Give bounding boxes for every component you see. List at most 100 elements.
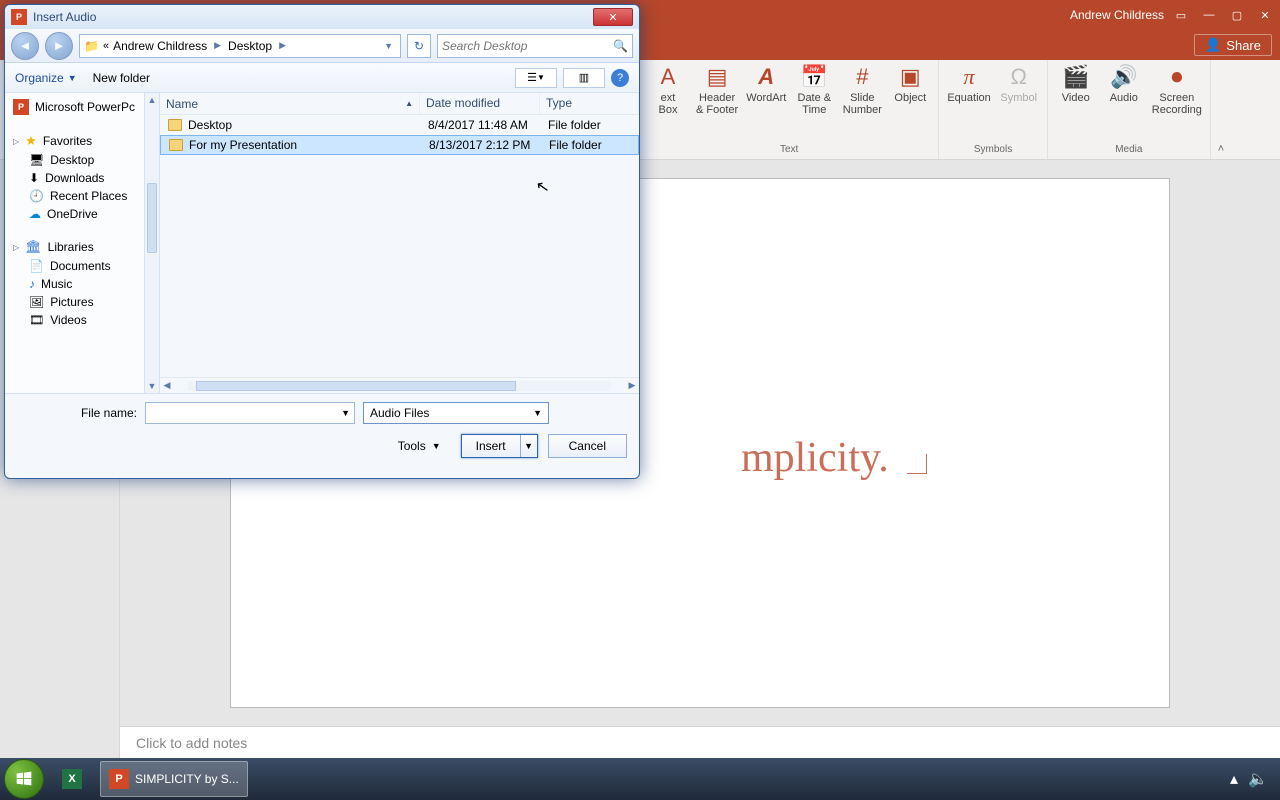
organize-menu[interactable]: Organize ▼	[15, 71, 77, 85]
tray-up-icon[interactable]: ▴	[1230, 769, 1238, 789]
sidebar-scrollbar[interactable]: ▲▼	[144, 93, 159, 393]
video-icon: 🎬	[1060, 64, 1092, 90]
refresh-button[interactable]: ↻	[407, 34, 431, 58]
sidebar-music[interactable]: ♪Music	[5, 275, 159, 293]
music-icon: ♪	[29, 277, 35, 291]
slide-title-text: mplicity.	[741, 434, 889, 482]
textbox-icon: A	[652, 64, 684, 90]
sidebar-ms-powerpoint[interactable]: PMicrosoft PowerPc	[5, 97, 159, 117]
datetime-button[interactable]: 📅Date & Time	[794, 64, 834, 116]
powerpoint-icon: P	[13, 99, 29, 115]
nav-forward-button[interactable]: ►	[45, 32, 73, 60]
sidebar-onedrive[interactable]: ☁OneDrive	[5, 205, 159, 223]
object-icon: ▣	[894, 64, 926, 90]
star-icon: ★	[25, 133, 37, 149]
breadcrumb-seg1[interactable]: Andrew Childress	[113, 39, 207, 53]
horizontal-scrollbar[interactable]: ◀▶	[160, 377, 639, 393]
desktop-icon: 🖥	[29, 153, 44, 167]
search-input[interactable]	[442, 39, 613, 53]
new-folder-button[interactable]: New folder	[93, 71, 150, 85]
dialog-title: Insert Audio	[33, 10, 593, 24]
libraries-icon: 🏛	[25, 239, 42, 255]
help-button[interactable]: ?	[611, 69, 629, 87]
column-name-header[interactable]: Name▲	[160, 93, 420, 114]
close-icon[interactable]: ✕	[1258, 8, 1272, 22]
text-selection-handle[interactable]	[907, 454, 927, 474]
sidebar-downloads[interactable]: ⬇Downloads	[5, 169, 159, 187]
taskbar-excel[interactable]: X	[48, 761, 96, 797]
file-row[interactable]: Desktop 8/4/2017 11:48 AM File folder	[160, 115, 639, 135]
screen-recording-button[interactable]: ⏺Screen Recording	[1152, 64, 1202, 116]
onedrive-icon: ☁	[29, 207, 41, 221]
sidebar-desktop[interactable]: 🖥Desktop	[5, 151, 159, 169]
header-footer-button[interactable]: ▤Header & Footer	[696, 64, 738, 116]
sidebar-recent[interactable]: 🕘Recent Places	[5, 187, 159, 205]
sidebar-pictures[interactable]: 🖼Pictures	[5, 293, 159, 311]
history-dropdown-icon[interactable]: ▼	[381, 41, 396, 51]
dialog-close-button[interactable]: ✕	[593, 8, 633, 26]
audio-button[interactable]: 🔊Audio	[1104, 64, 1144, 104]
navigation-pane: PMicrosoft PowerPc ▷★Favorites 🖥Desktop …	[5, 93, 160, 393]
mouse-cursor: ↖	[534, 176, 551, 198]
folder-icon	[168, 119, 182, 131]
symbol-button: ΩSymbol	[999, 64, 1039, 104]
slide-number-button[interactable]: #Slide Number	[842, 64, 882, 116]
share-button[interactable]: 👤Share	[1194, 34, 1272, 56]
slide-number-icon: #	[846, 64, 878, 90]
documents-icon: 📄	[29, 259, 44, 273]
user-name: Andrew Childress	[1070, 8, 1164, 22]
taskbar-powerpoint[interactable]: PSIMPLICITY by S...	[100, 761, 248, 797]
object-button[interactable]: ▣Object	[890, 64, 930, 104]
audio-icon: 🔊	[1108, 64, 1140, 90]
wordart-button[interactable]: AWordArt	[746, 64, 786, 104]
equation-icon: π	[953, 64, 985, 90]
symbols-group-label: Symbols	[974, 142, 1012, 157]
file-row[interactable]: For my Presentation 8/13/2017 2:12 PM Fi…	[160, 135, 639, 155]
minimize-icon[interactable]: —	[1202, 8, 1216, 22]
chevron-icon[interactable]: ▶	[211, 40, 224, 51]
start-button[interactable]	[4, 759, 44, 799]
file-name-label: File name:	[17, 406, 137, 420]
file-type-filter[interactable]: Audio Files▼	[363, 402, 549, 424]
column-date-header[interactable]: Date modified	[420, 93, 540, 114]
view-mode-button[interactable]: ☰ ▼	[515, 68, 557, 88]
video-button[interactable]: 🎬Video	[1056, 64, 1096, 104]
maximize-icon[interactable]: ▢	[1230, 8, 1244, 22]
tray-volume-icon[interactable]: 🔈	[1248, 769, 1268, 789]
preview-pane-button[interactable]: ▥	[563, 68, 605, 88]
symbol-icon: Ω	[1003, 64, 1035, 90]
tools-menu[interactable]: Tools ▼	[398, 439, 441, 453]
textbox-button[interactable]: Aext Box	[648, 64, 688, 116]
pictures-icon: 🖼	[29, 295, 44, 309]
downloads-icon: ⬇	[29, 171, 39, 185]
search-icon[interactable]: 🔍	[613, 39, 628, 53]
breadcrumb-seg2[interactable]: Desktop	[228, 39, 272, 53]
column-type-header[interactable]: Type	[540, 93, 639, 114]
text-group-label: Text	[780, 142, 798, 157]
ribbon-options-icon[interactable]: ▭	[1174, 8, 1188, 22]
sidebar-documents[interactable]: 📄Documents	[5, 257, 159, 275]
insert-audio-dialog: P Insert Audio ✕ ◄ ► 📁 « Andrew Childres…	[4, 4, 640, 479]
header-footer-icon: ▤	[701, 64, 733, 90]
cancel-button[interactable]: Cancel	[548, 434, 627, 458]
sidebar-favorites[interactable]: ▷★Favorites	[5, 131, 159, 151]
nav-back-button[interactable]: ◄	[11, 32, 39, 60]
chevron-icon[interactable]: ▶	[276, 40, 289, 51]
sidebar-videos[interactable]: 🎞Videos	[5, 311, 159, 329]
insert-button[interactable]: Insert▼	[461, 434, 538, 458]
file-name-input[interactable]: ▼	[145, 402, 355, 424]
address-bar[interactable]: 📁 « Andrew Childress ▶ Desktop ▶ ▼	[79, 34, 401, 58]
powerpoint-app-icon: P	[11, 9, 27, 25]
equation-button[interactable]: πEquation	[947, 64, 990, 104]
share-icon: 👤	[1205, 37, 1221, 53]
videos-icon: 🎞	[29, 313, 44, 327]
screen-recording-icon: ⏺	[1161, 64, 1193, 90]
windows-taskbar: X PSIMPLICITY by S... ▴ 🔈	[0, 758, 1280, 800]
recent-icon: 🕘	[29, 189, 44, 203]
collapse-ribbon-icon[interactable]: ˄	[1211, 60, 1231, 159]
wordart-icon: A	[750, 64, 782, 90]
search-box[interactable]: 🔍	[437, 34, 633, 58]
sidebar-libraries[interactable]: ▷🏛Libraries	[5, 237, 159, 257]
file-list: Name▲ Date modified Type Desktop 8/4/201…	[160, 93, 639, 393]
insert-dropdown[interactable]: ▼	[521, 441, 537, 451]
